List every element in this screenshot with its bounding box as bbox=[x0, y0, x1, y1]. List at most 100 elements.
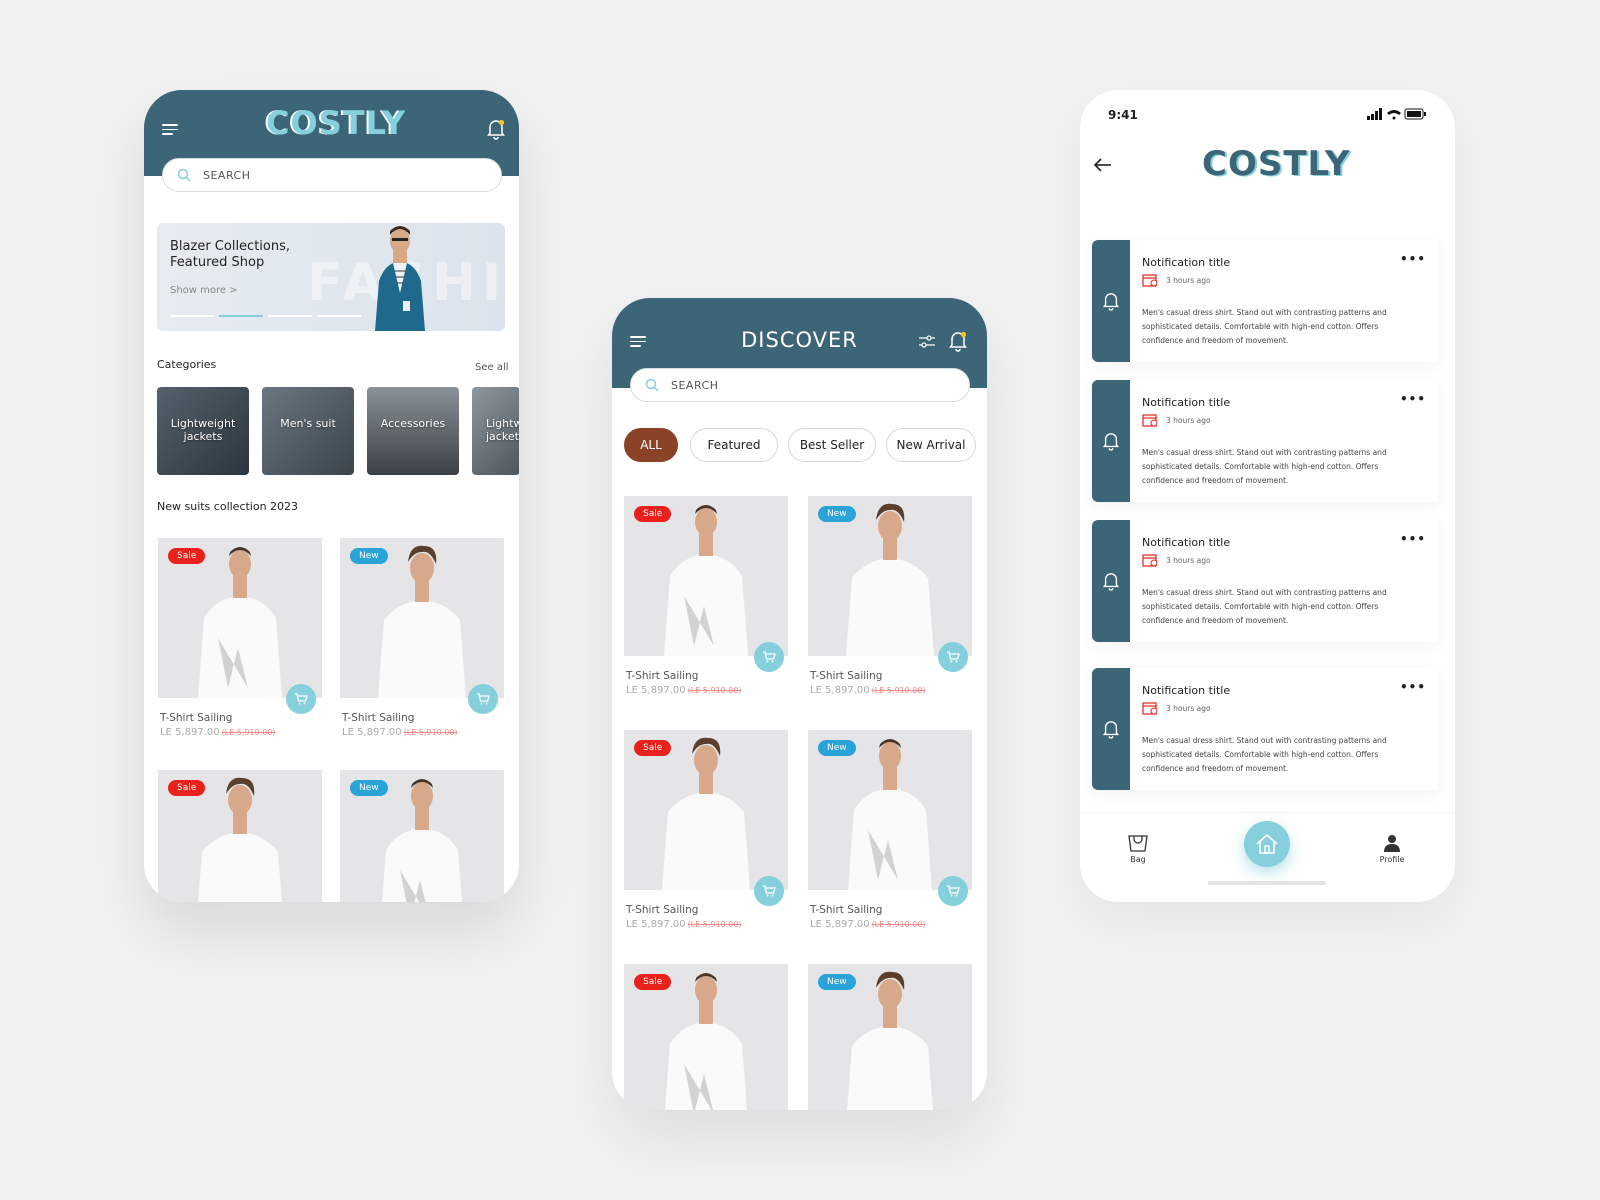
notification-time: 3 hours ago bbox=[1166, 416, 1211, 425]
nav-home-button[interactable] bbox=[1244, 821, 1290, 867]
sale-badge: Sale bbox=[168, 780, 206, 796]
product-card[interactable]: New bbox=[808, 964, 972, 1110]
notifications-screen: 9:41 COSTLY Notification title 3 hours a… bbox=[1080, 90, 1455, 902]
product-image: Sale bbox=[624, 496, 788, 656]
notification-bar bbox=[1092, 520, 1130, 642]
notification-description: Men's casual dress shirt. Stand out with… bbox=[1142, 308, 1387, 345]
product-image: New bbox=[808, 496, 972, 656]
banner-title: Blazer Collections, Featured Shop bbox=[170, 239, 291, 270]
notification-description: Men's casual dress shirt. Stand out with… bbox=[1142, 448, 1387, 485]
bottom-navigation: Bag Profile bbox=[1080, 812, 1455, 902]
cart-icon bbox=[295, 693, 308, 705]
notification-card[interactable]: Notification title 3 hours ago Men's cas… bbox=[1092, 520, 1438, 642]
bag-icon bbox=[1128, 835, 1148, 852]
banner-show-more-link[interactable]: Show more > bbox=[170, 285, 238, 296]
collection-title: New suits collection 2023 bbox=[157, 500, 299, 513]
product-card[interactable]: Sale bbox=[158, 770, 322, 902]
bell-icon bbox=[1102, 293, 1120, 311]
more-options-icon[interactable]: ••• bbox=[1400, 680, 1426, 694]
add-to-cart-button[interactable] bbox=[468, 684, 498, 714]
notification-bar bbox=[1092, 240, 1130, 362]
product-image: Sale bbox=[624, 730, 788, 890]
more-options-icon[interactable]: ••• bbox=[1400, 252, 1426, 266]
add-to-cart-button[interactable] bbox=[754, 876, 784, 906]
search-input[interactable]: SEARCH bbox=[162, 158, 502, 192]
category-lightweight-jackets-2[interactable]: Lightweight jackets bbox=[472, 387, 519, 475]
product-card[interactable]: New bbox=[340, 770, 504, 902]
product-old-price: (LE 5,910.00) bbox=[403, 728, 458, 737]
notification-bar bbox=[1092, 380, 1130, 502]
new-badge: New bbox=[350, 780, 388, 796]
product-old-price: (LE 5,910.00) bbox=[871, 686, 926, 695]
category-mens-suit[interactable]: Men's suit bbox=[262, 387, 354, 475]
search-placeholder: SEARCH bbox=[671, 378, 719, 392]
notification-description: Men's casual dress shirt. Stand out with… bbox=[1142, 588, 1387, 625]
notification-title: Notification title bbox=[1142, 536, 1231, 549]
notification-card[interactable]: Notification title 3 hours ago Men's cas… bbox=[1092, 380, 1438, 502]
product-old-price: (LE 5,910.00) bbox=[687, 686, 742, 695]
see-all-link[interactable]: See all bbox=[475, 362, 509, 373]
bell-icon bbox=[1102, 721, 1120, 739]
notification-description: Men's casual dress shirt. Stand out with… bbox=[1142, 736, 1387, 773]
chip-new-arrival[interactable]: New Arrival bbox=[886, 428, 976, 462]
new-badge: New bbox=[350, 548, 388, 564]
search-input[interactable]: SEARCH bbox=[630, 368, 970, 402]
notification-bar bbox=[1092, 668, 1130, 790]
category-accessories[interactable]: Accessories bbox=[367, 387, 459, 475]
product-price: LE 5,897.00 (LE 5,910.00) bbox=[626, 685, 742, 696]
cart-icon bbox=[947, 885, 960, 897]
notification-time: 3 hours ago bbox=[1166, 276, 1211, 285]
product-card[interactable]: Sale bbox=[624, 964, 788, 1110]
nav-bag[interactable]: Bag bbox=[1118, 833, 1158, 864]
notification-bell-icon[interactable] bbox=[486, 118, 506, 140]
chip-all[interactable]: ALL bbox=[624, 428, 678, 462]
notification-title: Notification title bbox=[1142, 256, 1231, 269]
brand-logo: COSTLY bbox=[1202, 144, 1351, 184]
product-name: T-Shirt Sailing bbox=[810, 670, 883, 682]
category-lightweight-jackets[interactable]: Lightweight jackets bbox=[157, 387, 249, 475]
featured-banner[interactable]: FASHION Blazer Collections, Featured Sho… bbox=[157, 223, 505, 331]
chip-featured[interactable]: Featured bbox=[690, 428, 778, 462]
product-price: LE 5,897.00 (LE 5,910.00) bbox=[810, 919, 926, 930]
menu-icon[interactable] bbox=[162, 124, 178, 136]
product-card[interactable]: New T-Shirt Sailing LE 5,897.00 (LE 5,910… bbox=[808, 496, 972, 696]
notification-bell-icon[interactable] bbox=[948, 330, 968, 352]
product-old-price: (LE 5,910.00) bbox=[687, 920, 742, 929]
discover-screen: DISCOVER SEARCH ALL Featured Best Seller… bbox=[612, 298, 987, 1110]
product-card[interactable]: New T-Shirt Sailing LE 5,897.00 (LE 5,910… bbox=[808, 730, 972, 930]
product-name: T-Shirt Sailing bbox=[626, 904, 699, 916]
add-to-cart-button[interactable] bbox=[754, 642, 784, 672]
notification-card[interactable]: Notification title 3 hours ago Men's cas… bbox=[1092, 240, 1438, 362]
cart-icon bbox=[763, 885, 776, 897]
product-image: Sale bbox=[624, 964, 788, 1110]
status-bar-icons bbox=[1367, 108, 1426, 120]
add-to-cart-button[interactable] bbox=[938, 642, 968, 672]
product-card[interactable]: Sale T-Shirt Sailing LE 5,897.00 (LE 5,91… bbox=[624, 730, 788, 930]
search-icon bbox=[645, 378, 659, 392]
chip-best-seller[interactable]: Best Seller bbox=[788, 428, 876, 462]
more-options-icon[interactable]: ••• bbox=[1400, 392, 1426, 406]
home-screen: COSTLY SEARCH FASHION Blazer Collections… bbox=[144, 90, 519, 902]
calendar-icon bbox=[1142, 554, 1158, 567]
product-image: New bbox=[340, 538, 504, 698]
search-placeholder: SEARCH bbox=[203, 168, 251, 182]
new-badge: New bbox=[818, 974, 856, 990]
brand-logo: COSTLY bbox=[266, 104, 407, 142]
more-options-icon[interactable]: ••• bbox=[1400, 532, 1426, 546]
nav-profile[interactable]: Profile bbox=[1372, 833, 1412, 864]
add-to-cart-button[interactable] bbox=[938, 876, 968, 906]
filter-icon[interactable] bbox=[918, 334, 936, 350]
nav-bag-label: Bag bbox=[1130, 855, 1146, 864]
product-card[interactable]: New T-Shirt Sailing LE 5,897.00 (LE 5,910… bbox=[340, 538, 504, 738]
notification-card[interactable]: Notification title 3 hours ago Men's cas… bbox=[1092, 668, 1438, 790]
product-card[interactable]: Sale T-Shirt Sailing LE 5,897.00 (LE 5,91… bbox=[158, 538, 322, 738]
add-to-cart-button[interactable] bbox=[286, 684, 316, 714]
calendar-icon bbox=[1142, 274, 1158, 287]
nav-profile-label: Profile bbox=[1379, 855, 1405, 864]
bell-icon bbox=[1102, 433, 1120, 451]
sale-badge: Sale bbox=[634, 974, 672, 990]
sale-badge: Sale bbox=[168, 548, 206, 564]
back-arrow-icon[interactable] bbox=[1093, 156, 1112, 177]
product-card[interactable]: Sale T-Shirt Sailing LE 5,897.00 (LE 5,91… bbox=[624, 496, 788, 696]
bell-icon bbox=[1102, 573, 1120, 591]
